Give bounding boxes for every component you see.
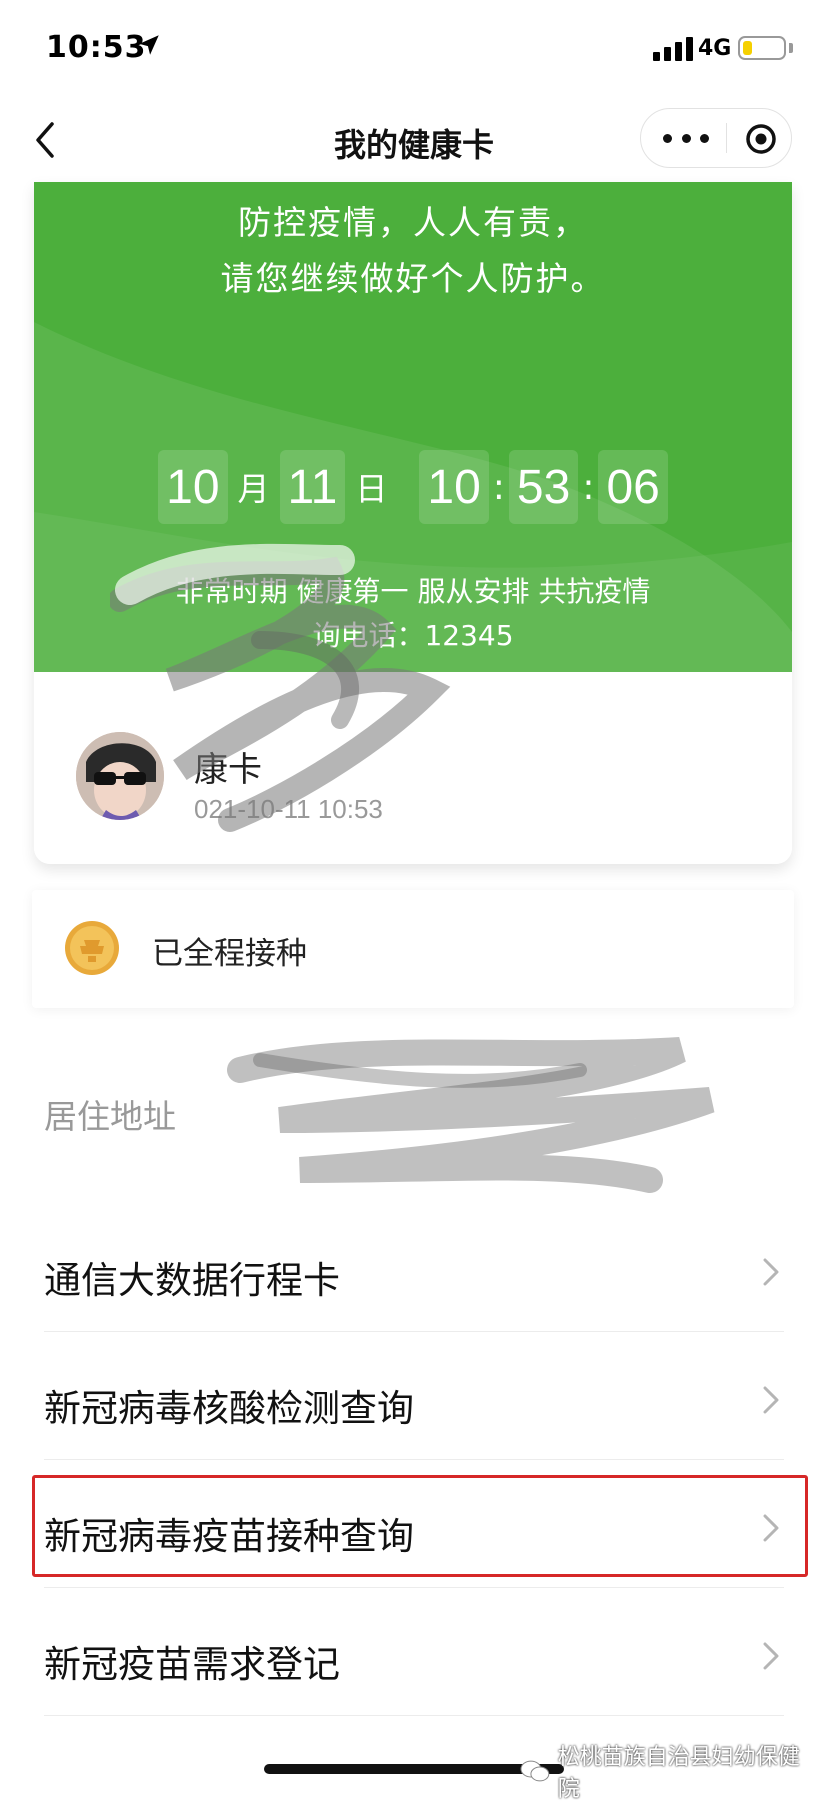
gold-badge-icon [65, 921, 119, 975]
highlight-box [32, 1475, 808, 1577]
vaccination-status-text: 已全程接种 [152, 936, 307, 972]
status-bar: 10:53 4G [0, 0, 828, 100]
clock-separator: : [492, 466, 505, 508]
clock-minute: 53 [508, 450, 579, 524]
divider [44, 1459, 784, 1460]
battery-level [743, 41, 752, 55]
capsule-divider [726, 123, 727, 153]
menu-item-label: 新冠病毒核酸检测查询 [44, 1387, 414, 1430]
health-card[interactable]: 防控疫情，人人有责， 请您继续做好个人防护。 10 月 11 日 10 : 53… [34, 182, 792, 864]
clock-hour: 10 [419, 450, 489, 524]
clock-month: 10 [158, 450, 228, 524]
card-motto: 非常时期 健康第一 服从安排 共抗疫情 [175, 575, 651, 608]
clock-month-unit: 月 [237, 470, 270, 508]
record-close-icon[interactable] [744, 122, 778, 156]
home-indicator[interactable] [264, 1764, 564, 1774]
menu-item-vaccine-registration[interactable]: 新冠疫苗需求登记 [0, 1596, 828, 1716]
menu-item-travel-card[interactable]: 通信大数据行程卡 [0, 1212, 828, 1332]
divider [44, 1715, 784, 1716]
vaccination-status-row: 已全程接种 [32, 890, 794, 1008]
more-dots-icon[interactable] [663, 123, 709, 153]
slogan-line-1: 防控疫情，人人有责， [238, 203, 588, 242]
slogan-line-2: 请您继续做好个人防护。 [220, 259, 606, 298]
source-watermark: 松桃苗族自治县妇幼保健院 [520, 1745, 820, 1802]
card-issued-time: 021-10-11 10:53 [194, 794, 383, 824]
divider [44, 1587, 784, 1588]
watermark-text: 松桃苗族自治县妇幼保健院 [557, 1745, 800, 1802]
hotline-text: 询电话：12345 [312, 619, 514, 652]
status-time: 10:53 [46, 30, 147, 65]
divider [44, 1331, 784, 1332]
health-card-green-panel: 防控疫情，人人有责， 请您继续做好个人防护。 10 月 11 日 10 : 53… [34, 182, 792, 672]
menu-item-nucleic-acid-test[interactable]: 新冠病毒核酸检测查询 [0, 1340, 828, 1460]
cellular-signal-icon [653, 37, 693, 61]
chevron-right-icon [763, 1642, 779, 1670]
card-holder-row: 康卡 021-10-11 10:53 [34, 672, 792, 864]
avatar [76, 732, 164, 820]
chevron-right-icon [763, 1258, 779, 1286]
network-type: 4G [698, 36, 732, 61]
clock-day-unit: 日 [355, 470, 388, 508]
live-clock: 10 月 11 日 10 : 53 : 06 [34, 450, 792, 524]
menu-item-label: 新冠疫苗需求登记 [44, 1643, 340, 1686]
chevron-right-icon [763, 1386, 779, 1414]
privacy-scribble [227, 1037, 715, 1193]
clock-day: 11 [279, 450, 346, 524]
card-holder-name: 康卡 [194, 750, 262, 790]
battery-icon [738, 36, 786, 60]
clock-second: 06 [598, 450, 668, 524]
mini-program-capsule [640, 108, 792, 168]
wechat-icon [520, 1760, 550, 1782]
address-label: 居住地址 [44, 1097, 176, 1136]
menu-item-label: 通信大数据行程卡 [44, 1259, 340, 1302]
clock-separator: : [582, 466, 595, 508]
battery-cap [789, 43, 793, 53]
location-arrow-icon [139, 35, 159, 55]
